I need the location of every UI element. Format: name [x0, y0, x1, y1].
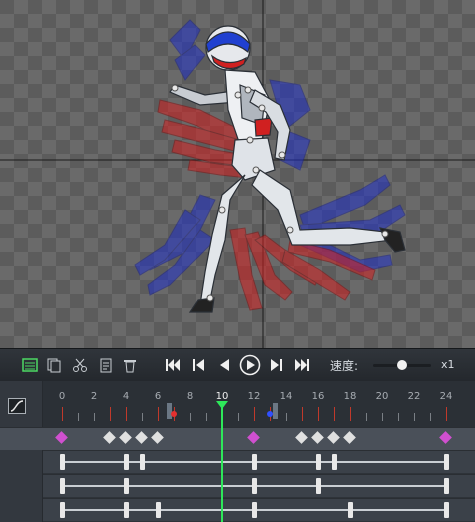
ruler-tick-major	[334, 407, 335, 421]
step-back-icon[interactable]	[214, 355, 234, 375]
ruler-tick-major	[318, 407, 319, 421]
animation-editor: 速度: x1 0 2 4 6 8 10 12 14 16 18 20 22 24	[0, 0, 475, 522]
character-preview	[0, 0, 475, 348]
timeline-sidebar	[0, 381, 43, 522]
marker-keyframe-primary[interactable]	[247, 431, 260, 444]
ruler-label: 4	[122, 391, 130, 402]
viewport-canvas[interactable]	[0, 0, 475, 348]
keyframe[interactable]	[444, 478, 449, 494]
keyframe[interactable]	[124, 454, 129, 470]
keyframe[interactable]	[252, 454, 257, 470]
ruler-tick-major	[350, 407, 351, 421]
toolbar: 速度: x1	[0, 348, 475, 382]
ruler-tick-minor	[142, 413, 143, 421]
ruler-label: 0	[58, 391, 66, 402]
ruler-tick-minor	[78, 413, 79, 421]
timeline-panel: 0 2 4 6 8 10 12 14 16 18 20 22 24	[0, 381, 475, 522]
frame-ruler[interactable]: 0 2 4 6 8 10 12 14 16 18 20 22 24	[43, 381, 475, 427]
speed-slider-knob[interactable]	[397, 360, 407, 370]
speed-label: 速度:	[330, 359, 359, 373]
ruler-label: 12	[247, 391, 261, 402]
keyframe-track-row[interactable]	[43, 450, 475, 473]
scissors-icon[interactable]	[70, 355, 90, 375]
prev-keyframe-icon[interactable]	[189, 355, 209, 375]
ruler-tick-minor	[286, 413, 287, 421]
keyframe[interactable]	[156, 502, 161, 518]
trash-icon[interactable]	[120, 355, 140, 375]
range-start-marker[interactable]	[171, 411, 177, 417]
ruler-tick-minor	[94, 413, 95, 421]
marker-keyframe[interactable]	[119, 431, 132, 444]
ruler-tick-major	[62, 407, 63, 421]
ruler-tick-minor	[398, 413, 399, 421]
keyframe[interactable]	[316, 454, 321, 470]
keyframe[interactable]	[252, 502, 257, 518]
ruler-tick-minor	[430, 413, 431, 421]
ruler-tick-major	[158, 407, 159, 421]
keyframe[interactable]	[332, 454, 337, 470]
skip-to-end-icon[interactable]	[292, 355, 312, 375]
keyframe[interactable]	[60, 502, 65, 518]
ruler-tick-minor	[382, 413, 383, 421]
keyframe[interactable]	[124, 478, 129, 494]
keyframe[interactable]	[140, 454, 145, 470]
marker-keyframe-primary[interactable]	[55, 431, 68, 444]
playhead[interactable]	[221, 407, 223, 522]
ruler-label: 20	[375, 391, 389, 402]
play-icon[interactable]	[239, 354, 261, 376]
keyframe[interactable]	[252, 478, 257, 494]
ruler-tick-major	[302, 407, 303, 421]
ruler-label: 2	[90, 391, 98, 402]
speed-slider[interactable]	[373, 360, 431, 370]
marker-keyframe[interactable]	[135, 431, 148, 444]
ruler-tick-minor	[238, 413, 239, 421]
ruler-label: 22	[407, 391, 421, 402]
ruler-label: 8	[186, 391, 194, 402]
ruler-tick-minor	[190, 413, 191, 421]
ruler-tick-major	[254, 407, 255, 421]
keyframe[interactable]	[124, 502, 129, 518]
marker-track[interactable]	[0, 427, 475, 450]
keyframe[interactable]	[60, 454, 65, 470]
speed-value: x1	[441, 358, 455, 371]
copy-icon[interactable]	[44, 355, 64, 375]
marker-keyframe[interactable]	[327, 431, 340, 444]
keyframe[interactable]	[348, 502, 353, 518]
range-end-bracket[interactable]	[273, 403, 278, 419]
ruler-tick-major	[110, 407, 111, 421]
ruler-label: 18	[343, 391, 357, 402]
next-keyframe-icon[interactable]	[266, 355, 286, 375]
keyframe-track-row[interactable]	[43, 474, 475, 497]
ruler-tick-major	[446, 407, 447, 421]
marker-keyframe[interactable]	[295, 431, 308, 444]
marker-keyframe[interactable]	[151, 431, 164, 444]
ruler-label: 6	[154, 391, 162, 402]
range-end-marker[interactable]	[267, 411, 273, 417]
marker-keyframe[interactable]	[311, 431, 324, 444]
skip-to-start-icon[interactable]	[163, 355, 183, 375]
ruler-label: 14	[279, 391, 293, 402]
keyframe[interactable]	[444, 502, 449, 518]
keyframe[interactable]	[316, 478, 321, 494]
marker-keyframe[interactable]	[343, 431, 356, 444]
keyframe[interactable]	[444, 454, 449, 470]
keyframe-track-row[interactable]	[43, 498, 475, 521]
curve-editor-icon[interactable]	[8, 398, 26, 414]
ruler-tick-minor	[414, 413, 415, 421]
ruler-tick-major	[126, 407, 127, 421]
marker-keyframe[interactable]	[103, 431, 116, 444]
ruler-tick-minor	[366, 413, 367, 421]
ruler-label: 24	[439, 391, 453, 402]
keyframe[interactable]	[60, 478, 65, 494]
ruler-tick-minor	[206, 413, 207, 421]
marker-keyframe-primary[interactable]	[439, 431, 452, 444]
timeline-icon[interactable]	[20, 355, 40, 375]
paste-icon[interactable]	[96, 355, 116, 375]
ruler-label: 16	[311, 391, 325, 402]
